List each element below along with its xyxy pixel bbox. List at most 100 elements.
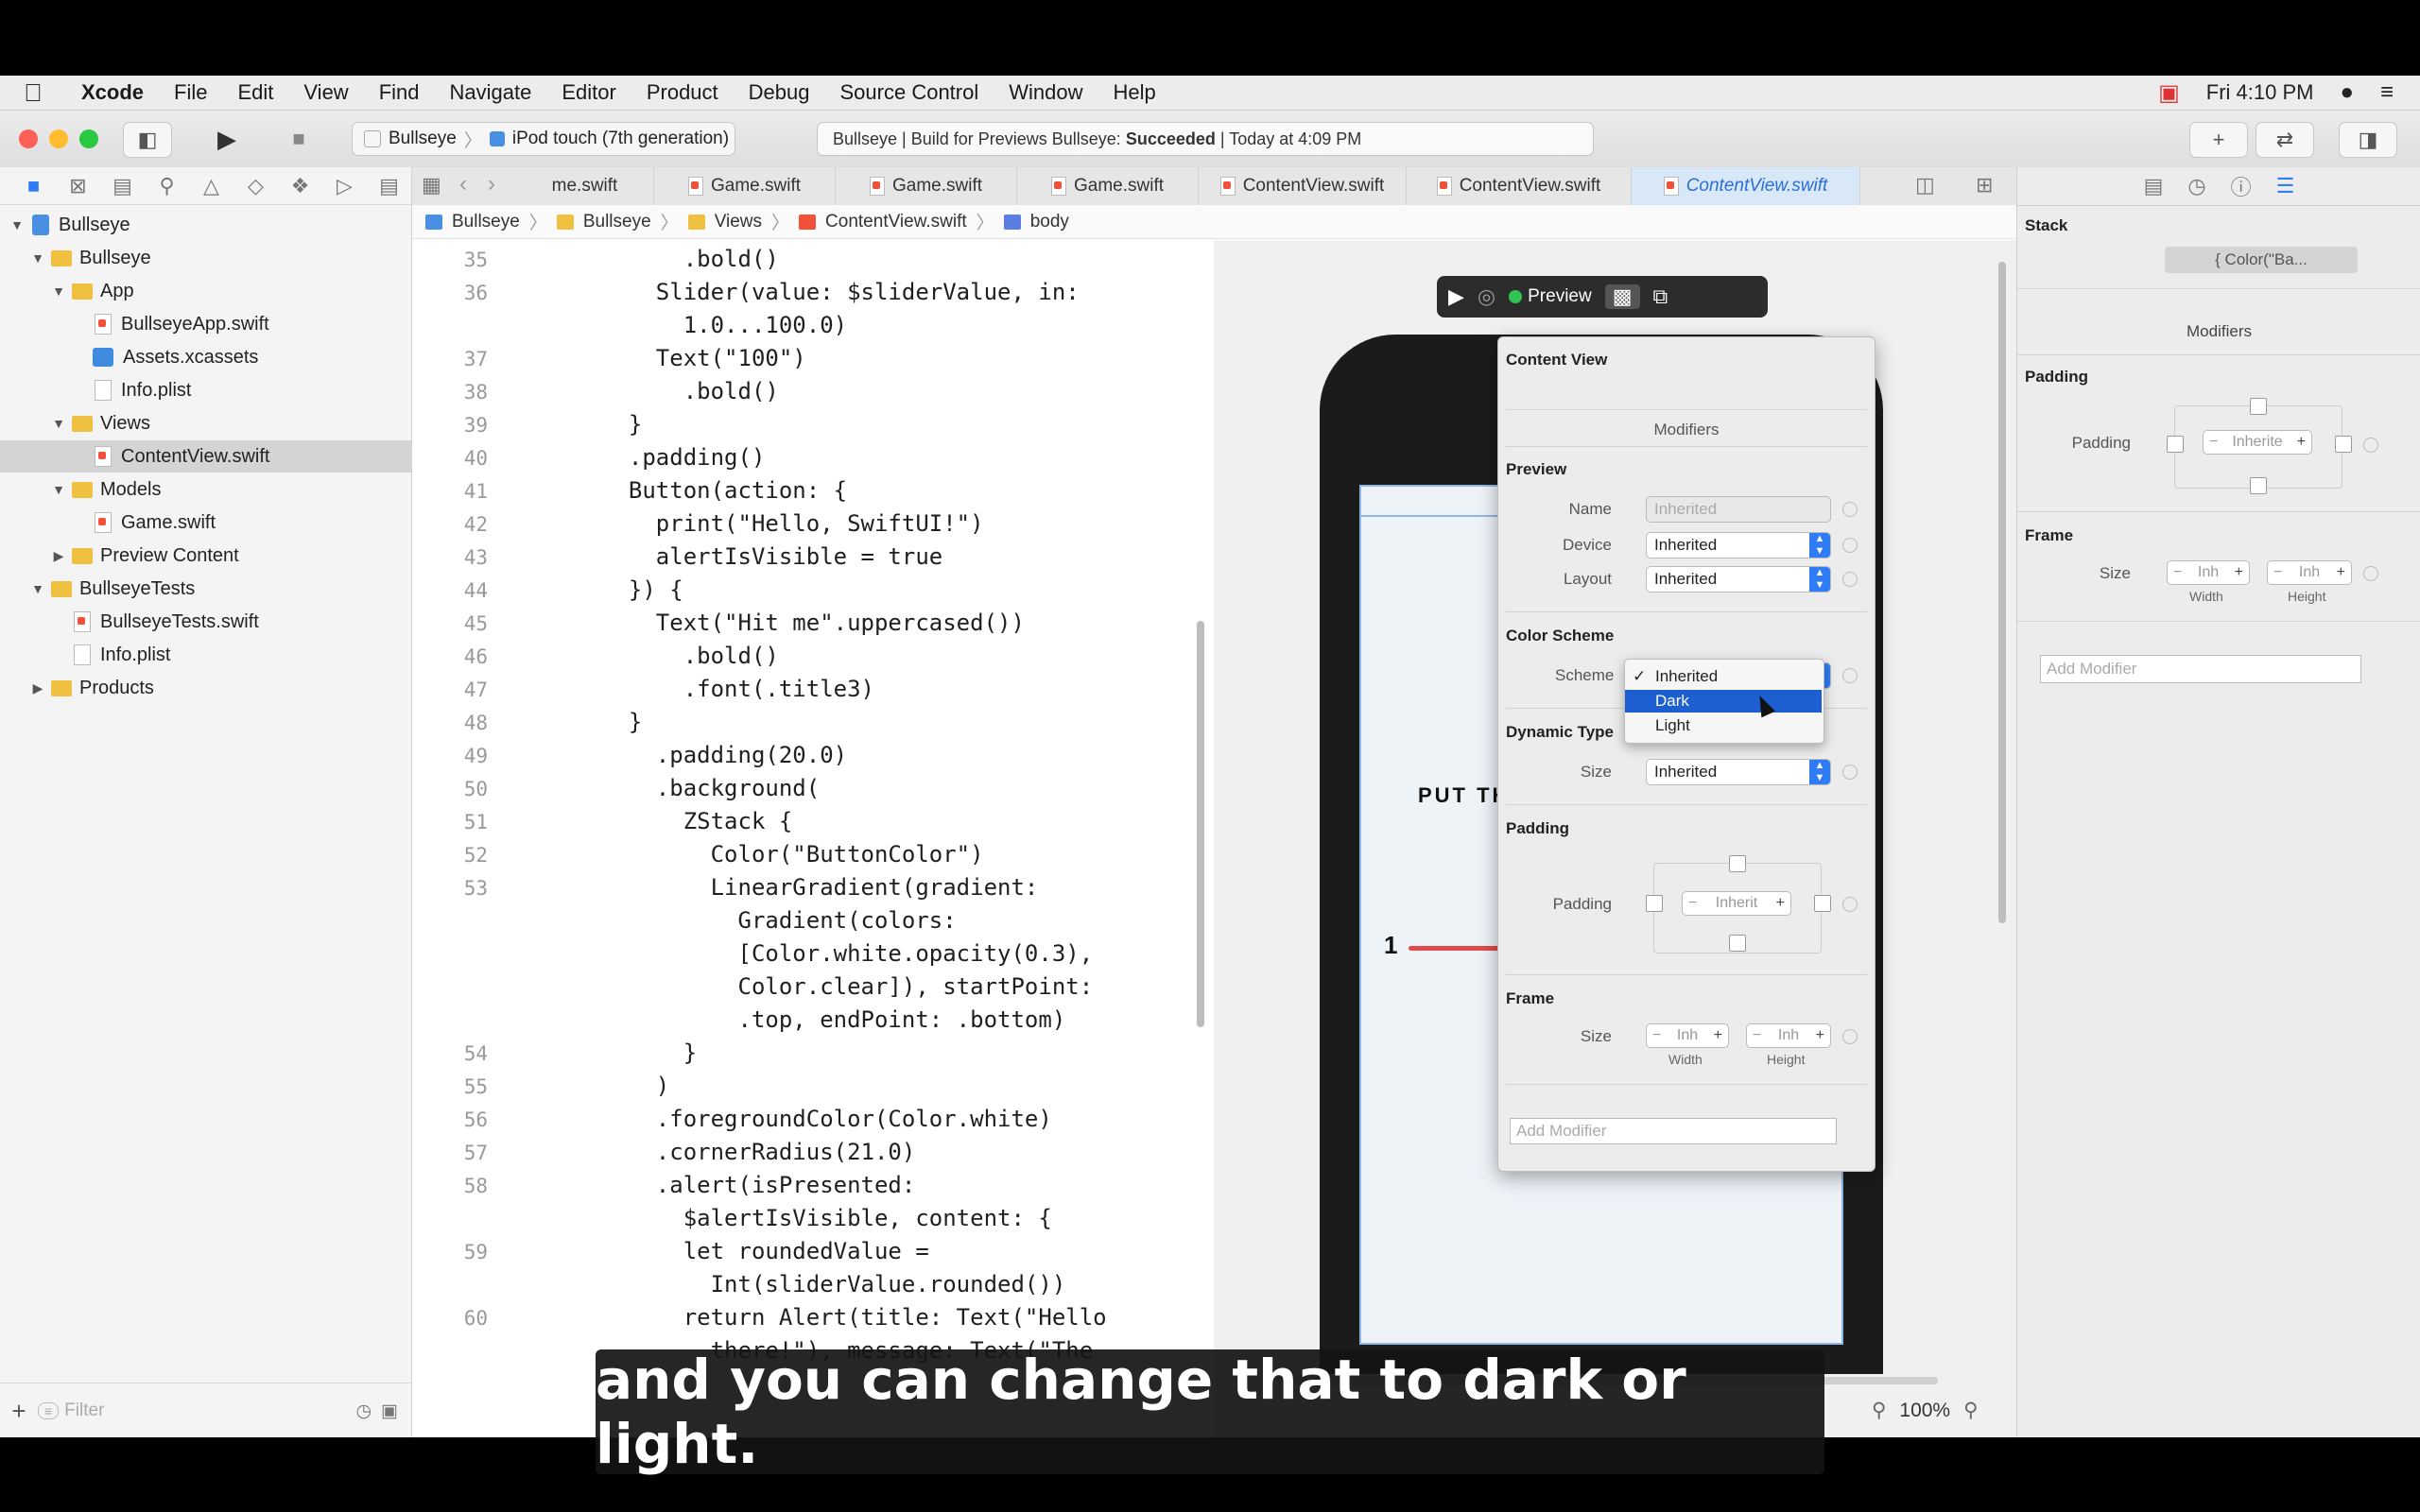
disclosure-triangle-icon[interactable]: ▶ <box>30 680 45 696</box>
navigator-item[interactable]: ▶ Products <box>0 672 411 704</box>
code-line[interactable]: ZStack { <box>601 808 793 834</box>
device-settings-icon[interactable]: ▩ <box>1604 284 1640 309</box>
zoom-level[interactable]: 100% <box>1899 1400 1950 1422</box>
menu-window[interactable]: Window <box>994 80 1098 105</box>
code-line[interactable]: .cornerRadius(21.0) <box>601 1139 916 1165</box>
code-line[interactable]: Color("ButtonColor") <box>601 841 984 868</box>
inspector-frame-width-stepper[interactable]: − Inh + <box>2167 560 2250 585</box>
inspector-toggle-icon[interactable]: ◨ <box>2339 122 2397 158</box>
inspector-frame-height-stepper[interactable]: − Inh + <box>2267 560 2352 585</box>
back-icon[interactable]: ‹ <box>459 171 467 198</box>
minus-icon[interactable]: − <box>2209 434 2218 451</box>
code-line[interactable]: .foregroundColor(Color.white) <box>601 1106 1052 1132</box>
size-reset-icon[interactable] <box>1842 765 1858 780</box>
disclosure-triangle-icon[interactable]: ▼ <box>51 482 66 497</box>
padding-trailing-checkbox[interactable] <box>1814 895 1831 912</box>
code-line[interactable]: Text("Hit me".uppercased()) <box>601 610 1025 636</box>
code-line[interactable]: 1.0...100.0) <box>601 312 847 338</box>
minus-icon[interactable]: − <box>2173 564 2182 581</box>
code-line[interactable]: Slider(value: $sliderValue, in: <box>601 279 1080 305</box>
navigator-item[interactable]: Game.swift <box>0 507 411 539</box>
menu-view[interactable]: View <box>288 80 363 105</box>
inspector-add-modifier-field[interactable]: Add Modifier <box>2040 655 2361 683</box>
padding-leading-checkbox[interactable] <box>1646 895 1663 912</box>
navigator-item[interactable]: ▼ Bullseye <box>0 209 411 241</box>
menu-file[interactable]: File <box>159 80 222 105</box>
scheme-reset-icon[interactable] <box>1842 668 1858 683</box>
scm-filter-icon[interactable]: ▣ <box>381 1400 398 1422</box>
layout-reset-icon[interactable] <box>1842 572 1858 587</box>
menu-product[interactable]: Product <box>631 80 734 105</box>
code-line[interactable]: .top, endPoint: .bottom) <box>601 1006 1065 1033</box>
report-icon[interactable]: ▤ <box>367 174 411 198</box>
minus-icon[interactable]: − <box>1652 1027 1661 1044</box>
navigator-item[interactable]: ▼ Bullseye <box>0 242 411 274</box>
code-line[interactable]: .font(.title3) <box>601 676 874 702</box>
inspector-frame-reset-icon[interactable] <box>2363 566 2378 581</box>
device-select[interactable]: Inherited ▲ ▼ <box>1646 532 1831 558</box>
split-editor-icon[interactable]: ◫ <box>1915 173 1935 198</box>
inspector-padding-trailing-checkbox[interactable] <box>2335 436 2352 453</box>
editor-tab[interactable]: ContentView.swift <box>1199 167 1407 205</box>
name-field[interactable]: Inherited <box>1646 496 1831 523</box>
zoom-window-button[interactable] <box>79 129 98 148</box>
search-icon[interactable]: ⚲ <box>145 174 189 198</box>
user-icon[interactable]: ● <box>2340 79 2354 106</box>
editor-tab[interactable]: Game.swift <box>836 167 1017 205</box>
library-plus-icon[interactable]: + <box>2189 122 2248 158</box>
frame-width-stepper[interactable]: − Inh + <box>1646 1023 1729 1048</box>
padding-stepper[interactable]: − Inherit + <box>1682 891 1791 916</box>
code-line[interactable]: alertIsVisible = true <box>601 543 942 570</box>
add-modifier-field[interactable]: Add Modifier <box>1510 1118 1837 1144</box>
navigator-item[interactable]: BullseyeTests.swift <box>0 606 411 638</box>
live-preview-icon[interactable]: ▶ <box>1448 284 1464 309</box>
layout-select[interactable]: Inherited ▲ ▼ <box>1646 566 1831 593</box>
inspect-icon[interactable]: ◎ <box>1478 284 1495 309</box>
device-reset-icon[interactable] <box>1842 538 1858 553</box>
code-line[interactable]: print("Hello, SwiftUI!") <box>601 510 984 537</box>
history-inspector-icon[interactable]: ◷ <box>2187 174 2205 198</box>
disclosure-triangle-icon[interactable]: ▶ <box>51 548 66 564</box>
forward-icon[interactable]: › <box>488 171 495 198</box>
menubar-clock[interactable]: Fri 4:10 PM <box>2206 80 2314 105</box>
symbol-icon[interactable]: ▤ <box>100 174 145 198</box>
code-line[interactable]: .padding(20.0) <box>601 742 847 768</box>
close-window-button[interactable] <box>19 129 38 148</box>
add-editor-icon[interactable]: ⊞ <box>1976 173 1993 198</box>
menu-editor[interactable]: Editor <box>546 80 631 105</box>
plus-icon[interactable]: + <box>2297 434 2306 451</box>
code-line[interactable]: Int(sliderValue.rounded()) <box>601 1271 1066 1297</box>
padding-bottom-checkbox[interactable] <box>1729 935 1746 952</box>
file-inspector-icon[interactable]: ▤ <box>2144 174 2164 198</box>
inspector-padding-leading-checkbox[interactable] <box>2167 436 2184 453</box>
code-line[interactable]: .bold() <box>601 643 779 669</box>
inspector-padding-bottom-checkbox[interactable] <box>2250 477 2267 494</box>
breadcrumb-item[interactable]: Bullseye <box>452 212 520 232</box>
screen-record-icon[interactable]: ▣ <box>2158 79 2180 107</box>
frame-reset-icon[interactable] <box>1842 1029 1858 1044</box>
code-review-icon[interactable]: ⇄ <box>2256 122 2314 158</box>
inspector-padding-top-checkbox[interactable] <box>2250 398 2267 415</box>
code-line[interactable]: ) <box>601 1073 669 1099</box>
code-line[interactable]: } <box>601 411 642 438</box>
disclosure-triangle-icon[interactable]: ▼ <box>9 217 25 232</box>
navigator-item[interactable]: ▶ Preview Content <box>0 540 411 572</box>
padding-top-checkbox[interactable] <box>1729 855 1746 872</box>
inspector-padding-stepper[interactable]: − Inherite + <box>2203 430 2312 455</box>
editor-tab[interactable]: ContentView.swift <box>1407 167 1632 205</box>
navigator-item[interactable]: Info.plist <box>0 374 411 406</box>
duplicate-preview-icon[interactable]: ⧉ <box>1653 284 1668 309</box>
menu-help[interactable]: Help <box>1098 80 1171 105</box>
code-line[interactable]: .background( <box>601 775 820 801</box>
inspector-stack-value[interactable]: { Color("Ba... <box>2165 247 2358 273</box>
minimize-window-button[interactable] <box>49 129 68 148</box>
scheme-option-inherited[interactable]: ✓ Inherited <box>1625 665 1822 688</box>
scheme-option-light[interactable]: Light <box>1625 714 1822 737</box>
navigator-item[interactable]: ▼ Views <box>0 407 411 439</box>
navigator-item[interactable]: Assets.xcassets <box>0 341 411 373</box>
run-button-icon[interactable]: ▶ <box>202 122 251 156</box>
scheme-option-dark[interactable]: Dark <box>1625 690 1822 713</box>
disclosure-triangle-icon[interactable]: ▼ <box>30 250 45 266</box>
navigator-toggle-icon[interactable]: ◧ <box>123 122 172 158</box>
warning-icon[interactable]: △ <box>189 174 233 198</box>
